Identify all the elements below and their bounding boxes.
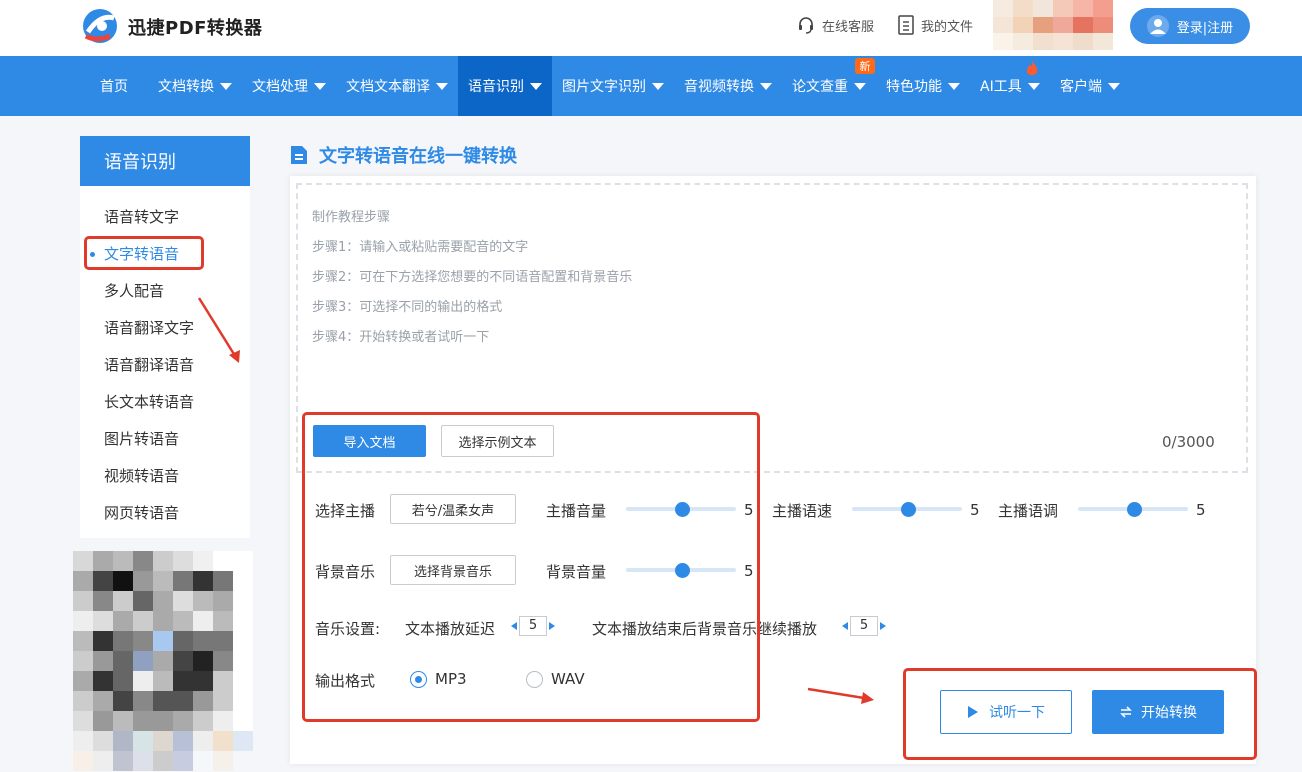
bgm-continue-stepper[interactable]: 5: [840, 616, 892, 636]
annotation-arrow-icon: [197, 297, 240, 363]
annotation-arrow-icon: [807, 687, 874, 704]
tutorial-heading: 制作教程步骤: [312, 210, 391, 225]
nav-label: 音视频转换: [684, 79, 754, 95]
sidebar-item-speech-to-text[interactable]: 语音转文字: [104, 206, 179, 227]
nav-label: 客户端: [1060, 79, 1102, 95]
nav-item-doc-translate[interactable]: 文档文本翻译: [346, 56, 448, 116]
flame-icon: [1026, 61, 1038, 75]
caret-down-icon: [436, 82, 448, 90]
decrement-arrow-icon[interactable]: [840, 616, 850, 636]
tutorial-step-1: 步骤1：请输入或粘贴需要配音的文字: [312, 240, 529, 255]
tutorial-step-3: 步骤3：可选择不同的输出的格式: [312, 300, 503, 315]
headset-icon: [799, 17, 813, 34]
sidebar-item-webpage-to-speech[interactable]: 网页转语音: [104, 502, 179, 523]
login-register-button[interactable]: 登录|注册: [1130, 8, 1250, 44]
anchor-pitch-slider[interactable]: [1078, 502, 1188, 517]
settings-annotation-box: [302, 412, 760, 722]
sidebar-item-long-text-to-speech[interactable]: 长文本转语音: [104, 391, 194, 412]
sidebar-item-speech-translate-speech[interactable]: 语音翻译语音: [104, 354, 194, 375]
new-badge: 新: [855, 58, 875, 74]
sidebar-title: 语音识别: [80, 136, 250, 186]
caret-down-icon: [652, 82, 664, 90]
caret-down-icon: [220, 82, 232, 90]
brand-logo-icon[interactable]: [80, 6, 120, 46]
nav-item-doc-process[interactable]: 文档处理: [252, 56, 326, 116]
nav-label: AI工具: [980, 79, 1022, 95]
my-files-link[interactable]: 我的文件: [897, 15, 973, 35]
online-service-label: 在线客服: [822, 19, 875, 35]
document-icon: [291, 146, 307, 164]
bgm-continue-value[interactable]: 5: [850, 616, 878, 636]
caret-down-icon: [314, 82, 326, 90]
user-icon: [1146, 15, 1169, 37]
nav-item-av-convert[interactable]: 音视频转换: [684, 56, 772, 116]
online-service-link[interactable]: 在线客服: [796, 15, 874, 35]
buttons-annotation-box: [903, 668, 1257, 760]
caret-down-icon: [530, 82, 542, 90]
nav-label: 图片文字识别: [562, 79, 646, 95]
nav-item-doc-convert[interactable]: 文档转换: [158, 56, 232, 116]
blurred-qr-code: [73, 551, 253, 771]
nav-label: 文档文本翻译: [346, 79, 430, 95]
nav-item-home[interactable]: 首页: [100, 56, 128, 116]
caret-down-icon: [948, 82, 960, 90]
sidebar-annotation-box: [84, 236, 204, 270]
anchor-pitch-label: 主播语调: [998, 502, 1059, 520]
nav-item-client[interactable]: 客户端: [1060, 56, 1120, 116]
nav-label: 文档处理: [252, 79, 308, 95]
anchor-pitch-value: 5: [1196, 501, 1206, 519]
sidebar-item-speech-translate-text[interactable]: 语音翻译文字: [104, 317, 194, 338]
caret-down-icon: [1108, 82, 1120, 90]
caret-down-icon: [854, 82, 866, 90]
page-title-text: 文字转语音在线一键转换: [319, 146, 517, 167]
top-header: 迅捷PDF转换器 在线客服 我的文件 登录|注册: [0, 0, 1302, 56]
nav-label: 语音识别: [468, 79, 524, 95]
main-nav: 首页 文档转换 文档处理 文档文本翻译 语音识别 图片文字识别 音视频转换 论文…: [0, 56, 1302, 116]
character-count: 0/3000: [1162, 433, 1215, 451]
nav-item-features[interactable]: 特色功能: [886, 56, 960, 116]
nav-item-speech-recognition[interactable]: 语音识别: [458, 56, 552, 116]
increment-arrow-icon[interactable]: [878, 616, 888, 636]
nav-label: 首页: [100, 79, 128, 95]
caret-down-icon: [1027, 82, 1040, 90]
nav-label: 文档转换: [158, 79, 214, 95]
tutorial-step-2: 步骤2：可在下方选择您想要的不同语音配置和背景音乐: [312, 270, 633, 285]
blurred-user-image: [993, 0, 1113, 50]
nav-item-image-ocr[interactable]: 图片文字识别: [562, 56, 664, 116]
anchor-speed-slider[interactable]: [852, 502, 962, 517]
tutorial-step-4: 步骤4：开始转换或者试听一下: [312, 330, 490, 345]
document-list-icon: [898, 15, 914, 35]
sidebar-item-multi-voice[interactable]: 多人配音: [104, 280, 164, 301]
nav-label: 特色功能: [886, 79, 942, 95]
sidebar-item-image-to-speech[interactable]: 图片转语音: [104, 428, 179, 449]
page-title: 文字转语音在线一键转换: [289, 142, 517, 168]
sidebar-item-video-to-speech[interactable]: 视频转语音: [104, 465, 179, 486]
nav-label: 论文查重: [792, 79, 848, 95]
anchor-speed-value: 5: [970, 501, 980, 519]
anchor-speed-label: 主播语速: [772, 502, 833, 520]
brand-name[interactable]: 迅捷PDF转换器: [128, 14, 262, 40]
login-register-label: 登录|注册: [1176, 20, 1234, 36]
caret-down-icon: [760, 82, 772, 90]
my-files-label: 我的文件: [921, 19, 974, 35]
